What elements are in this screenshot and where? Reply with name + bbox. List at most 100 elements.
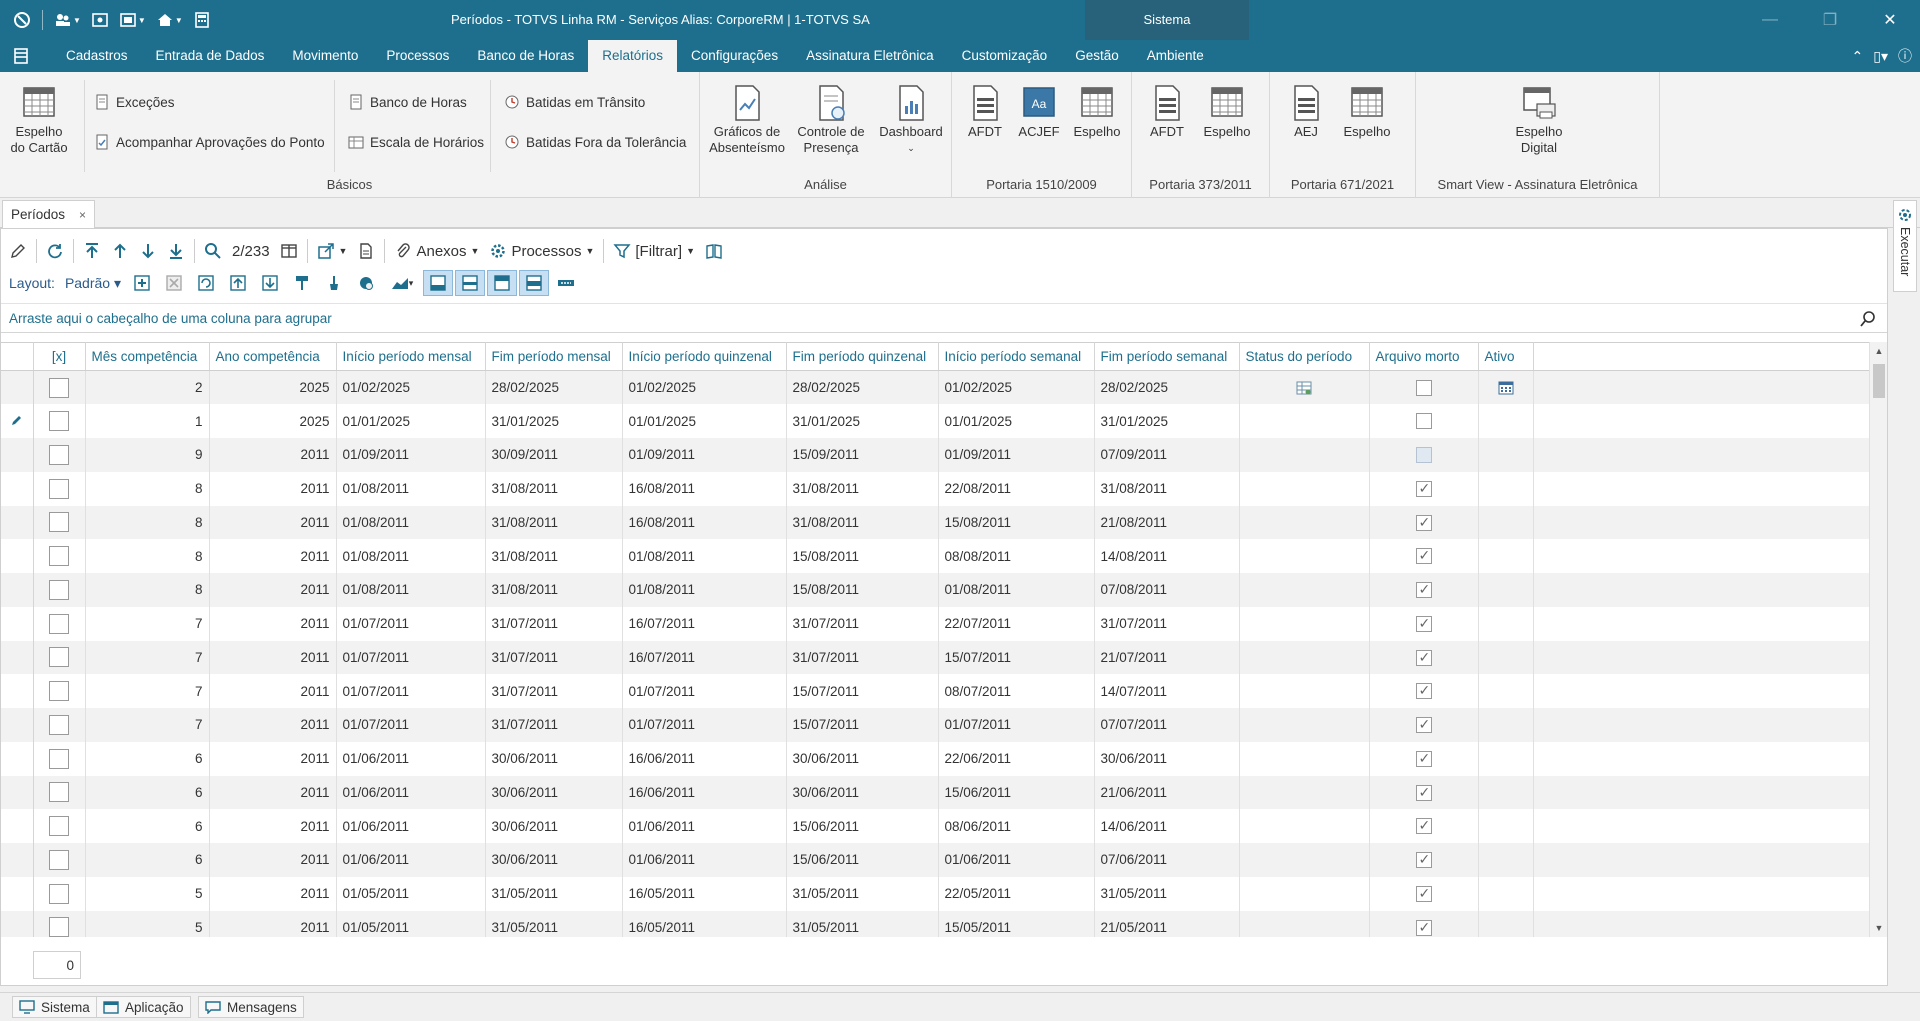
column-header-arquivo-morto[interactable]: Arquivo morto [1369,342,1479,371]
cell-fim-quinzenal[interactable]: 28/02/2025 [786,370,939,405]
cell-fim-quinzenal[interactable]: 15/06/2011 [786,843,939,877]
cell-inicio-semanal[interactable]: 15/07/2011 [938,640,1095,675]
arquivo-morto-checkbox[interactable] [1415,784,1432,801]
cell-inicio-mensal[interactable]: 01/07/2011 [336,708,486,742]
cell-fim-quinzenal[interactable]: 31/01/2025 [786,404,939,438]
cell-inicio-quinzenal[interactable]: 16/06/2011 [622,741,787,776]
table-row[interactable]: 8 2011 01/08/2011 31/08/2011 01/08/2011 15/08… [1,573,1869,607]
cell-inicio-mensal[interactable]: 01/07/2011 [336,674,486,708]
cell-inicio-mensal[interactable]: 01/08/2011 [336,471,486,506]
minimize-button[interactable]: — [1740,0,1800,40]
cell-ativo[interactable] [1478,438,1534,472]
cell-fim-mensal[interactable]: 31/05/2011 [485,910,623,937]
cell-status[interactable] [1239,471,1370,506]
help-book-button[interactable] [701,238,727,264]
cell-fim-semanal[interactable]: 21/08/2011 [1094,505,1240,540]
row-select-checkbox[interactable] [49,579,69,600]
cell-fim-semanal[interactable]: 21/07/2011 [1094,640,1240,675]
cell-fim-quinzenal[interactable]: 15/08/2011 [786,539,939,573]
cell-inicio-semanal[interactable]: 15/05/2011 [938,910,1095,937]
cell-fim-mensal[interactable]: 31/08/2011 [485,505,623,540]
menu-gestao[interactable]: Gestão [1061,40,1133,72]
cell-status[interactable] [1239,876,1370,911]
escala-horarios-button[interactable]: Escala de Horários [348,134,484,150]
cell-fim-semanal[interactable]: 30/06/2011 [1094,741,1240,776]
cell-mes-competencia[interactable]: 8 [85,573,210,607]
cell-fim-mensal[interactable]: 30/09/2011 [485,438,623,472]
chart-button[interactable]: ▾ [383,270,421,296]
cell-fim-quinzenal[interactable]: 31/08/2011 [786,471,939,506]
cell-status[interactable] [1239,404,1370,438]
cell-mes-competencia[interactable]: 1 [85,404,210,438]
cell-mes-competencia[interactable]: 6 [85,775,210,810]
cell-fim-quinzenal[interactable]: 30/06/2011 [786,741,939,776]
controle-presenca-button[interactable]: Controle de Presença [792,84,870,156]
row-select-checkbox[interactable] [49,613,69,634]
view-split-panel-button[interactable] [455,270,486,296]
cell-inicio-quinzenal[interactable]: 16/07/2011 [622,640,787,675]
save-layout-button[interactable] [191,270,221,296]
table-row[interactable]: 6 2011 01/06/2011 30/06/2011 16/06/2011 30/06… [1,741,1869,776]
row-select-checkbox[interactable] [49,546,69,567]
cell-inicio-semanal[interactable]: 08/06/2011 [938,809,1095,843]
cell-ano-competencia[interactable]: 2025 [209,404,337,438]
cell-ativo[interactable] [1478,674,1534,708]
table-row[interactable]: 6 2011 01/06/2011 30/06/2011 01/06/2011 15/06… [1,809,1869,843]
cell-fim-mensal[interactable]: 30/06/2011 [485,843,623,877]
cell-inicio-quinzenal[interactable]: 01/06/2011 [622,809,787,843]
view-top-panel-button[interactable] [487,270,518,296]
cell-fim-quinzenal[interactable]: 15/08/2011 [786,573,939,607]
processos-button[interactable]: Processos ▼ [485,238,598,264]
cell-inicio-quinzenal[interactable]: 16/07/2011 [622,606,787,641]
cell-inicio-quinzenal[interactable]: 01/08/2011 [622,573,787,607]
cell-fim-semanal[interactable]: 31/01/2025 [1094,404,1240,438]
cell-fim-quinzenal[interactable]: 31/08/2011 [786,505,939,540]
cell-ativo[interactable] [1478,876,1534,911]
cell-fim-quinzenal[interactable]: 15/07/2011 [786,708,939,742]
cell-mes-competencia[interactable]: 6 [85,741,210,776]
cell-ano-competencia[interactable]: 2011 [209,539,337,573]
cell-status[interactable] [1239,640,1370,675]
previous-record-button[interactable] [107,238,133,264]
cell-status[interactable] [1239,438,1370,472]
cell-inicio-mensal[interactable]: 01/06/2011 [336,741,486,776]
columns-button[interactable] [276,238,302,264]
color-layout-button[interactable] [351,270,381,296]
hamburger-icon[interactable] [12,47,32,65]
cell-mes-competencia[interactable]: 8 [85,539,210,573]
cell-inicio-semanal[interactable]: 22/05/2011 [938,876,1095,911]
upload-layout-button[interactable] [223,270,253,296]
row-select-checkbox[interactable] [49,411,69,432]
arquivo-morto-checkbox[interactable] [1415,885,1432,902]
cell-ativo[interactable] [1478,640,1534,675]
restore-button[interactable]: ❐ [1800,0,1860,40]
layout-select[interactable]: Padrão ▾ [61,275,125,292]
cell-status[interactable] [1239,606,1370,641]
cell-fim-semanal[interactable]: 14/08/2011 [1094,539,1240,573]
home-icon[interactable]: ▼ [153,9,186,31]
row-select-checkbox[interactable] [49,478,69,499]
cell-status[interactable] [1239,910,1370,937]
cell-inicio-quinzenal[interactable]: 16/06/2011 [622,775,787,810]
cell-fim-mensal[interactable]: 31/07/2011 [485,674,623,708]
cell-mes-competencia[interactable]: 8 [85,471,210,506]
cell-inicio-mensal[interactable]: 01/09/2011 [336,438,486,472]
cell-fim-semanal[interactable]: 31/08/2011 [1094,471,1240,506]
anexos-button[interactable]: Anexos ▼ [390,238,483,264]
cell-ano-competencia[interactable]: 2011 [209,438,337,472]
table-row[interactable]: 7 2011 01/07/2011 31/07/2011 01/07/2011 15/07… [1,674,1869,708]
cell-fim-mensal[interactable]: 31/08/2011 [485,573,623,607]
cell-fim-semanal[interactable]: 07/06/2011 [1094,843,1240,877]
cell-inicio-semanal[interactable]: 08/07/2011 [938,674,1095,708]
cell-inicio-quinzenal[interactable]: 01/01/2025 [622,404,787,438]
scroll-up-icon[interactable]: ▲ [1870,342,1888,360]
cell-fim-mensal[interactable]: 31/01/2025 [485,404,623,438]
table-row[interactable]: 2 2025 01/02/2025 28/02/2025 01/02/2025 28/02… [1,370,1869,405]
cell-fim-mensal[interactable]: 30/06/2011 [485,809,623,843]
row-select-checkbox[interactable] [49,377,69,398]
cell-inicio-semanal[interactable]: 01/01/2025 [938,404,1095,438]
menu-entrada-de-dados[interactable]: Entrada de Dados [142,40,279,72]
cell-ativo[interactable] [1478,471,1534,506]
cell-inicio-quinzenal[interactable]: 16/05/2011 [622,910,787,937]
group-by-area[interactable]: Arraste aqui o cabeçalho de uma coluna p… [1,303,1887,333]
